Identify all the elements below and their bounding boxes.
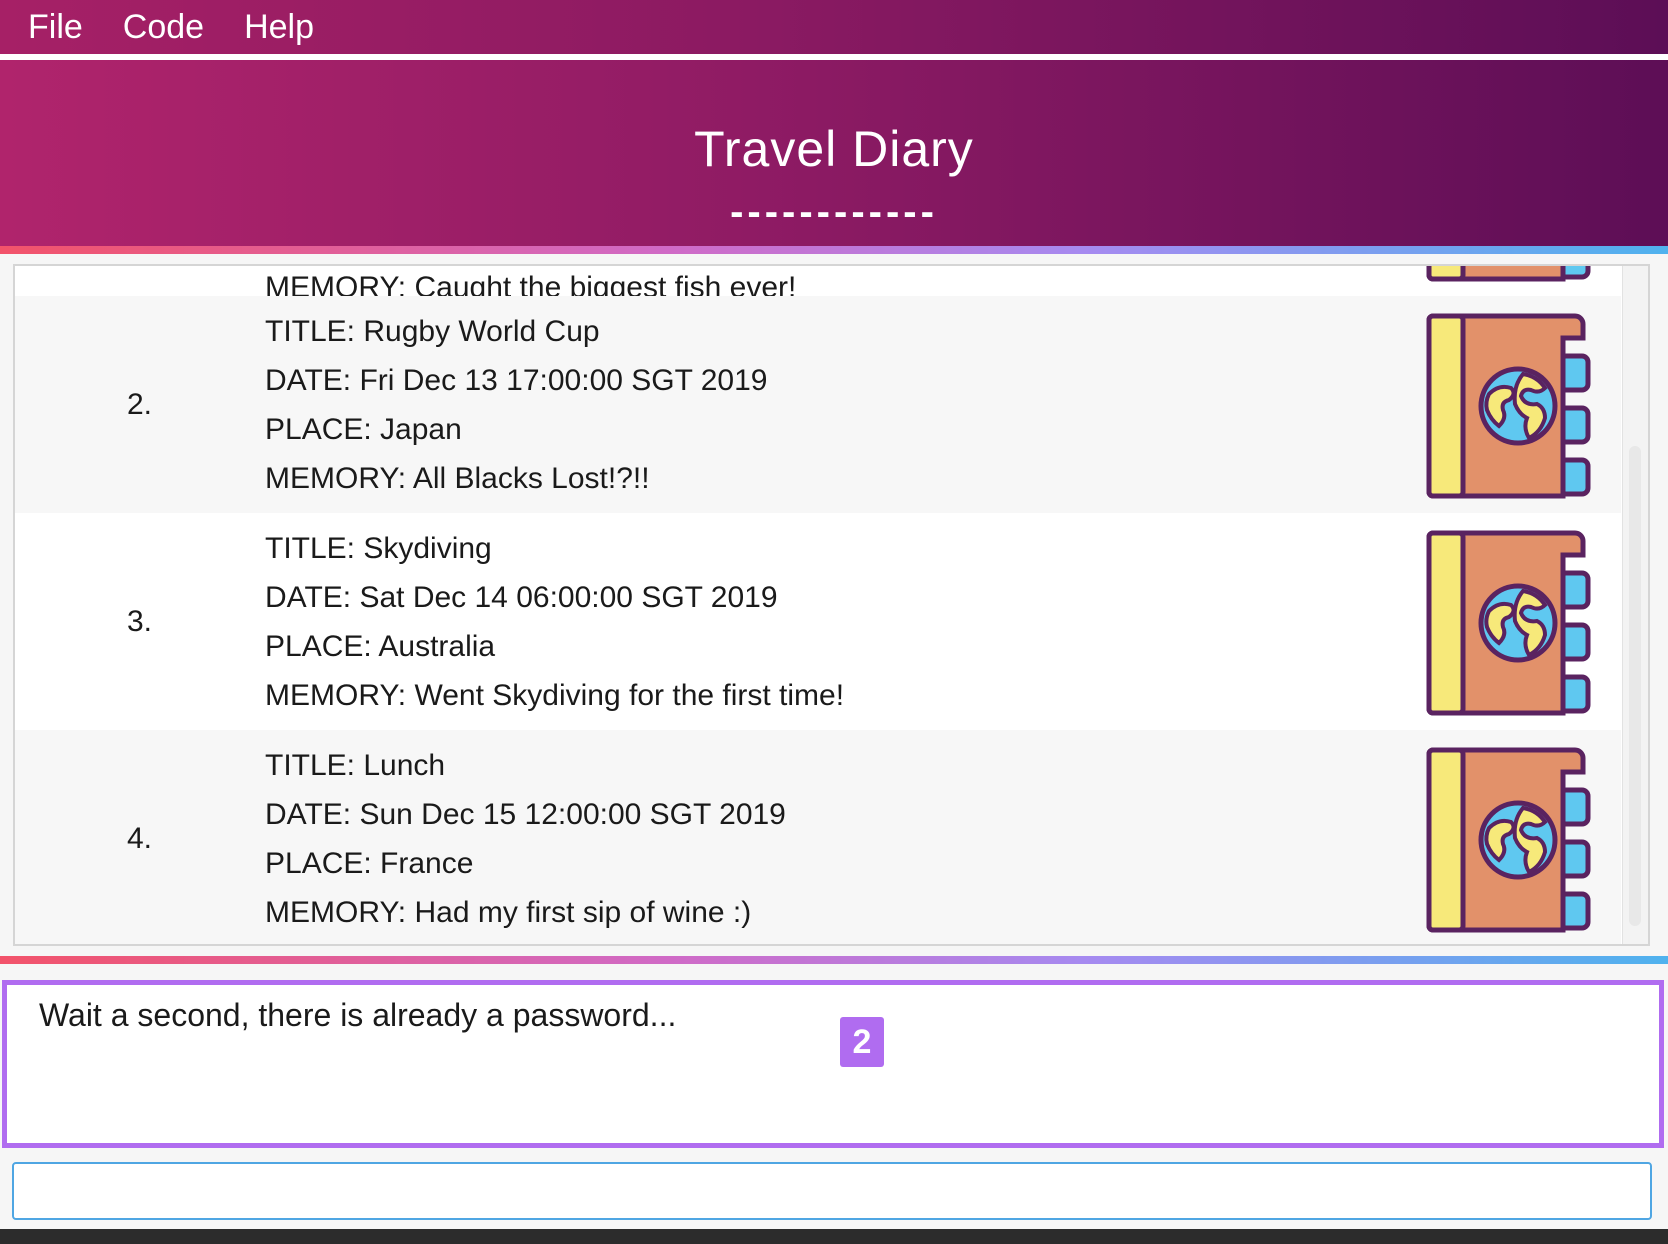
menu-file[interactable]: File (28, 8, 83, 47)
result-badge: 2 (840, 1017, 884, 1067)
list-gradient-divider (0, 956, 1668, 964)
entry-date: DATE: Fri Dec 13 17:00:00 SGT 2019 (265, 364, 768, 397)
list-item[interactable]: MEMORY: Caught the biggest fish ever! (15, 264, 1621, 304)
result-display: Wait a second, there is already a passwo… (2, 980, 1664, 1148)
entry-memory: MEMORY: Went Skydiving for the first tim… (265, 679, 845, 712)
entry-index: 3. (127, 605, 153, 638)
travel-diary-book-icon (1425, 527, 1595, 717)
entry-date: DATE: Sat Dec 14 06:00:00 SGT 2019 (265, 581, 778, 614)
result-message: Wait a second, there is already a passwo… (39, 997, 677, 1033)
entry-title: TITLE: Lunch (265, 749, 446, 782)
list-item[interactable]: 3. TITLE: Skydiving DATE: Sat Dec 14 06:… (15, 513, 1621, 730)
menu-code[interactable]: Code (123, 8, 204, 47)
entry-title: TITLE: Skydiving (265, 532, 492, 565)
header-gradient-divider (0, 246, 1668, 254)
status-strip (0, 1229, 1668, 1244)
command-input[interactable] (12, 1162, 1652, 1220)
travel-diary-book-icon (1425, 310, 1595, 500)
app-title: Travel Diary (694, 121, 974, 177)
title-underline: ------------ (730, 190, 938, 234)
entry-date: DATE: Sun Dec 15 12:00:00 SGT 2019 (265, 798, 786, 831)
entry-place: PLACE: France (265, 847, 474, 880)
entry-index: 4. (127, 822, 153, 855)
app-header: Travel Diary ------------ (0, 60, 1668, 246)
entry-memory: MEMORY: All Blacks Lost!?!! (265, 462, 650, 495)
diary-entry-list[interactable]: MEMORY: Caught the biggest fish ever! 2.… (13, 264, 1650, 946)
entry-memory: MEMORY: Had my first sip of wine :) (265, 896, 752, 929)
list-scrollbar-thumb[interactable] (1629, 446, 1641, 926)
menu-help[interactable]: Help (244, 8, 314, 47)
list-item[interactable]: 2. TITLE: Rugby World Cup DATE: Fri Dec … (15, 296, 1621, 513)
entry-index: 2. (127, 388, 153, 421)
entry-place: PLACE: Australia (265, 630, 496, 663)
list-item[interactable]: 4. TITLE: Lunch DATE: Sun Dec 15 12:00:0… (15, 730, 1621, 944)
list-scrollbar[interactable] (1622, 266, 1648, 944)
menu-bar: File Code Help (0, 0, 1668, 54)
travel-diary-book-icon (1425, 744, 1595, 934)
entry-place: PLACE: Japan (265, 413, 462, 446)
travel-diary-book-icon (1425, 264, 1595, 283)
entry-title: TITLE: Rugby World Cup (265, 315, 600, 348)
